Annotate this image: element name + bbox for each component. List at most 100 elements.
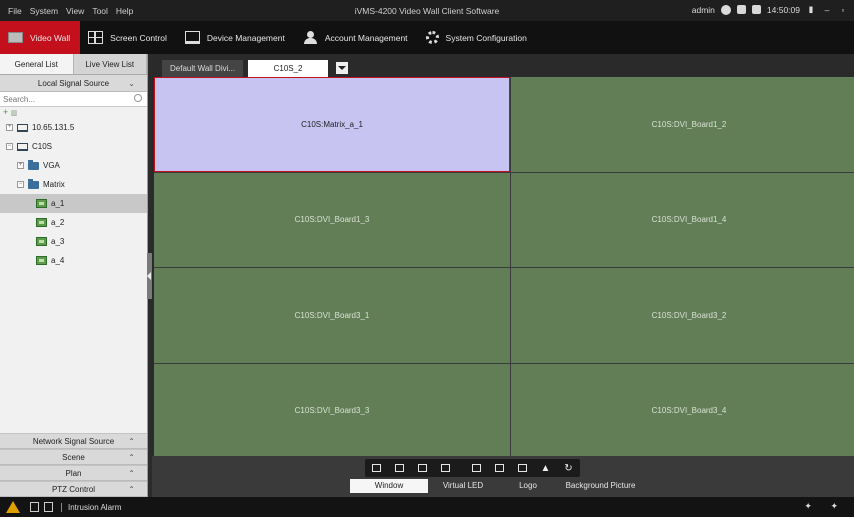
add-icon[interactable]: + [3, 107, 8, 117]
tab-device-management[interactable]: Device Management [177, 21, 295, 54]
tree-item-a-3[interactable]: a_3 [0, 232, 147, 251]
expand-icon[interactable]: + [6, 124, 13, 131]
user-name[interactable]: admin [692, 5, 715, 15]
tree-item-vga[interactable]: + VGA [0, 156, 147, 175]
tree-item-a-2[interactable]: a_2 [0, 213, 147, 232]
search-icon[interactable] [134, 94, 142, 102]
copy-icon[interactable] [411, 459, 434, 477]
tab-c10s-2[interactable]: C10S_2 [248, 60, 329, 77]
window-label: C10S:DVI_Board3_3 [294, 406, 370, 416]
section-title: PTZ Control [51, 485, 96, 494]
tree-item-10-65-131-5[interactable]: +10.65.131.5 [0, 118, 147, 137]
wall-window[interactable]: C10S:DVI_Board1_3 [154, 172, 510, 267]
tab-label: Device Management [206, 32, 285, 43]
tab-video-wall[interactable]: Video Wall [0, 21, 81, 54]
folder-icon [28, 159, 39, 170]
calendar-icon [751, 5, 761, 14]
plan-header[interactable]: Plan ⌃ [0, 465, 147, 481]
chevron-up-icon: ⌃ [128, 437, 135, 446]
device-status-icon[interactable] [30, 502, 39, 512]
tab-account-management[interactable]: Account Management [295, 21, 418, 54]
maximize-icon[interactable]: ▫ [838, 5, 848, 15]
search-box [0, 92, 147, 107]
window-icon[interactable] [365, 459, 388, 477]
collapse-icon[interactable]: − [17, 181, 24, 188]
tree-item-matrix[interactable]: − Matrix [0, 175, 147, 194]
chevron-down-icon: ⌄ [128, 79, 135, 88]
tree-item-label: a_2 [51, 218, 65, 227]
tab-virtual-led[interactable]: Virtual LED [428, 479, 498, 493]
filter-icon[interactable]: ▥ [11, 110, 18, 117]
globe-icon[interactable] [720, 4, 731, 15]
camera-channel-icon [36, 218, 47, 227]
tab-label: System Configuration [445, 32, 527, 43]
wall-tabs: Default Wall Divi... C10S_2 [152, 54, 854, 77]
app-window: File System View Tool Help iVMS-4200 Vid… [0, 0, 854, 517]
wall-window[interactable]: C10S:DVI_Board3_1 [154, 268, 510, 363]
menu-bar: File System View Tool Help iVMS-4200 Vid… [0, 0, 854, 21]
minimize-icon[interactable]: – [822, 5, 832, 15]
device-icon [17, 123, 28, 132]
tab-window[interactable]: Window [350, 479, 428, 493]
alarm-label[interactable]: Intrusion Alarm [61, 502, 121, 512]
scene-header[interactable]: Scene ⌃ [0, 449, 147, 465]
wall-dropdown-icon[interactable] [336, 62, 349, 74]
wall-window[interactable]: C10S:DVI_Board3_4 [511, 363, 854, 458]
camera-channel-icon [36, 256, 47, 265]
tab-general-list[interactable]: General List [0, 54, 74, 74]
logo-icon[interactable] [511, 459, 534, 477]
alarm-warning-icon[interactable] [4, 498, 22, 516]
device-management-icon [184, 31, 200, 44]
keyboard-icon[interactable] [736, 5, 746, 14]
tree-item-c10s[interactable]: − C10S [0, 137, 147, 156]
collapse-icon[interactable]: − [6, 143, 13, 150]
tree-item-label: Matrix [43, 180, 65, 189]
local-signal-source-header[interactable]: Local Signal Source ⌄ [0, 75, 147, 92]
toolbar-icons: ▲ ↻ [365, 459, 580, 477]
tab-system-configuration[interactable]: System Configuration [418, 21, 537, 54]
lock-icon[interactable]: ▮ [806, 4, 816, 15]
tree-item-a-4[interactable]: a_4 [0, 251, 147, 270]
window-label: C10S:DVI_Board3_2 [651, 310, 727, 320]
led-icon[interactable] [465, 459, 488, 477]
tree-tools: + ▥ [0, 107, 147, 118]
tab-live-view-list[interactable]: Live View List [74, 54, 147, 74]
wall-grid: C10S:Matrix_a_1 C10S:DVI_Board1_2 C10S:DVI… [154, 77, 854, 458]
warning-icon[interactable]: ▲ [534, 459, 557, 477]
layout-icon[interactable] [488, 459, 511, 477]
camera-channel-icon [36, 237, 47, 246]
menu-file[interactable]: File [8, 6, 22, 16]
network-signal-source-header[interactable]: Network Signal Source ⌃ [0, 433, 147, 449]
pin-icon[interactable]: ✦ ✦ [804, 501, 846, 512]
menu-tool[interactable]: Tool [92, 6, 108, 16]
refresh-icon[interactable]: ↻ [557, 459, 580, 477]
source-panel: General List Live View List Local Signal… [0, 54, 148, 497]
window-controls: admin 14:50:09 ▮ – ▫ [692, 4, 848, 15]
tab-default-wall[interactable]: Default Wall Divi... [162, 60, 244, 77]
section-title: Local Signal Source [37, 79, 110, 88]
wall-window[interactable]: C10S:DVI_Board1_4 [511, 172, 854, 267]
window-label: C10S:DVI_Board3_1 [294, 310, 370, 320]
wall-window[interactable]: C10S:Matrix_a_1 [154, 77, 510, 172]
ptz-control-header[interactable]: PTZ Control ⌃ [0, 481, 147, 497]
tab-screen-control[interactable]: Screen Control [80, 21, 177, 54]
screen-control-icon [88, 31, 104, 44]
screen-icon[interactable] [388, 459, 411, 477]
module-bar: Video Wall Screen Control Device Managem… [0, 21, 854, 54]
menu-view[interactable]: View [66, 6, 84, 16]
tab-background-picture[interactable]: Background Picture [558, 479, 643, 493]
menu-help[interactable]: Help [116, 6, 133, 16]
video-wall-icon [8, 32, 23, 43]
gear-icon [425, 31, 439, 44]
tree-item-a-1[interactable]: a_1 [0, 194, 147, 213]
edit-icon[interactable] [434, 459, 457, 477]
wall-window[interactable]: C10S:DVI_Board1_2 [511, 77, 854, 172]
search-input[interactable] [0, 92, 120, 106]
wall-window[interactable]: C10S:DVI_Board3_2 [511, 268, 854, 363]
menu-system[interactable]: System [30, 6, 58, 16]
log-icon[interactable] [44, 502, 53, 512]
wall-window[interactable]: C10S:DVI_Board3_3 [154, 363, 510, 458]
tab-label: Screen Control [110, 32, 167, 43]
tab-logo[interactable]: Logo [498, 479, 558, 493]
expand-icon[interactable]: + [17, 162, 24, 169]
